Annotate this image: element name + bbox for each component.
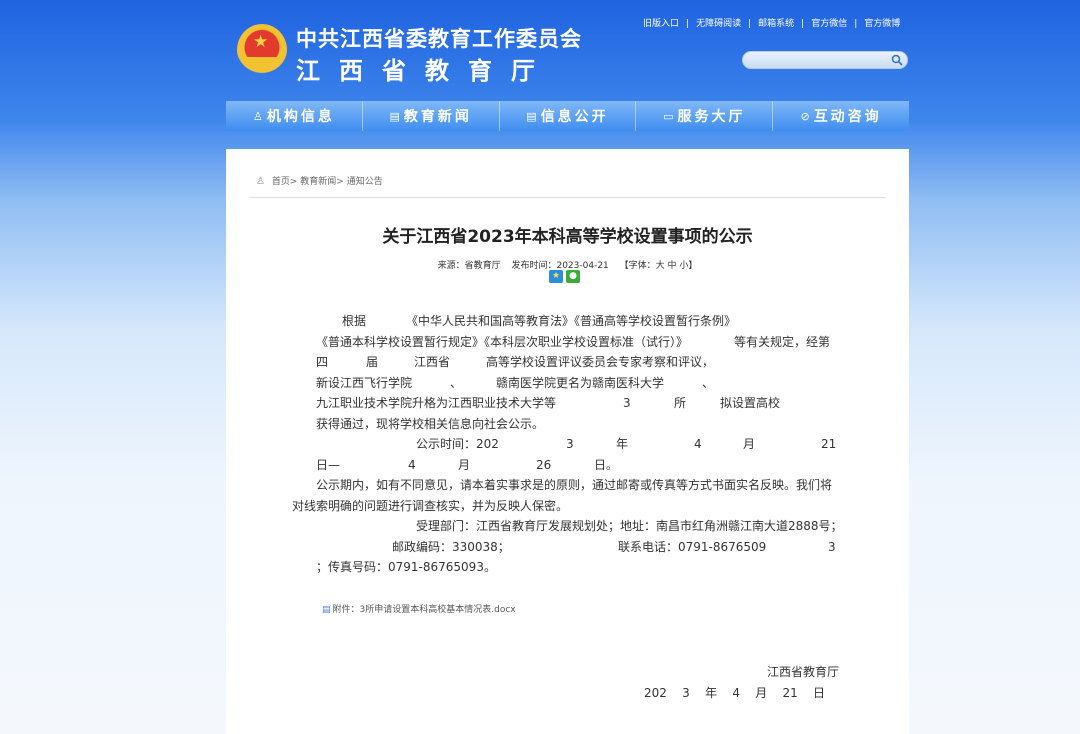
breadcrumb: ♙ 首页> 教育新闻> 通知公告 xyxy=(256,174,383,187)
qzone-share-icon[interactable]: ★ xyxy=(549,270,563,283)
document-icon: ▤ xyxy=(526,109,537,123)
body-text: 公示期内，如有不同意见，请本着实事求是的原则，通过邮寄或传真等方式书面实名反映。… xyxy=(316,478,833,492)
body-text: 日。 xyxy=(594,458,619,472)
body-text: 、 xyxy=(450,376,463,390)
body-text: 4 xyxy=(408,458,416,472)
body-text: 高等学校设置评议委员会专家考察和评议， xyxy=(486,355,715,369)
body-text: 邮政编码：330038； xyxy=(392,540,510,554)
wechat-link[interactable]: 官方微信 xyxy=(811,19,847,29)
body-text: 九江职业技术学院升格为江西职业技术大学等 xyxy=(316,396,557,410)
article-source: 来源：省教育厅 xyxy=(437,261,501,271)
body-text: ；传真号码：0791-86765093。 xyxy=(316,560,496,574)
body-text: 21 xyxy=(821,437,837,451)
body-text: 等有关规定，经第 xyxy=(734,335,831,349)
article-panel: ♙ 首页> 教育新闻> 通知公告 关于江西省2023年本科高等学校设置事项的公示… xyxy=(226,149,909,734)
body-text: 受理部门：江西省教育厅发展规划处；地址：南昌市红角洲赣江南大道2888号； xyxy=(416,519,843,533)
signature-date: 202 3 年 4 月 21 日 xyxy=(644,686,825,700)
location-icon: ♙ xyxy=(256,176,265,187)
body-text: 四 xyxy=(316,355,329,369)
body-text: 、 xyxy=(702,376,715,390)
main-nav: ♙ 机构信息 ▤ 教育新闻 ▤ 信息公开 ▭ 服务大厅 ⊘ 互动咨询 xyxy=(226,101,909,131)
share-bar: ★ ● xyxy=(549,270,580,283)
signature-org: 江西省教育厅 xyxy=(767,665,840,679)
nav-item-disclosure[interactable]: ▤ 信息公开 xyxy=(500,101,637,131)
nav-item-services[interactable]: ▭ 服务大厅 xyxy=(636,101,774,131)
body-text: 根据 xyxy=(342,314,367,328)
weibo-link[interactable]: 官方微博 xyxy=(864,19,900,29)
body-text: 3 xyxy=(828,540,836,554)
body-text: 对线索明确的问题进行调查核实，并为反映人保密。 xyxy=(292,499,569,513)
mail-link[interactable]: 邮箱系统 xyxy=(758,19,794,29)
body-text: 月 xyxy=(458,458,471,472)
news-icon: ▤ xyxy=(389,109,400,123)
breadcrumb-home[interactable]: 首页> xyxy=(272,177,298,187)
body-text: 赣南医学院更名为赣南医科大学 xyxy=(496,376,665,390)
body-text: 年 xyxy=(616,437,629,451)
top-links: 旧版入口 | 无障碍阅读 | 邮箱系统 | 官方微信 | 官方微博 xyxy=(643,19,901,29)
body-text: 获得通过，现将学校相关信息向社会公示。 xyxy=(316,417,545,431)
old-version-link[interactable]: 旧版入口 xyxy=(643,19,679,29)
body-text: 联系电话：0791-8676509 xyxy=(618,540,767,554)
body-text: 《普通本科学校设置暂行规定》《本科层次职业学校设置标准（试行）》 xyxy=(316,335,689,349)
nav-item-news[interactable]: ▤ 教育新闻 xyxy=(363,101,500,131)
org-name: 中共江西省委教育工作委员会 xyxy=(296,27,582,51)
body-text: 江西省 xyxy=(414,355,451,369)
breadcrumb-news[interactable]: 教育新闻> xyxy=(300,177,344,187)
monitor-icon: ▭ xyxy=(663,109,674,123)
body-text: 日— xyxy=(316,458,341,472)
attachment-link[interactable]: ▤ 附件：3所申请设置本科高校基本情况表.docx xyxy=(322,602,516,615)
nav-item-organization[interactable]: ♙ 机构信息 xyxy=(226,101,363,131)
accessibility-link[interactable]: 无障碍阅读 xyxy=(696,19,741,29)
divider xyxy=(249,197,886,198)
nav-item-consult[interactable]: ⊘ 互动咨询 xyxy=(773,101,909,131)
font-size-switch[interactable]: 【字体：大 中 小】 xyxy=(620,261,698,271)
attachment-icon: ▤ xyxy=(322,605,331,615)
body-text: 拟设置高校 xyxy=(720,396,781,410)
body-text: 3 xyxy=(566,437,574,451)
search-icon[interactable] xyxy=(891,54,903,66)
body-text: 所 xyxy=(674,396,687,410)
chat-icon: ⊘ xyxy=(800,109,810,123)
body-text: 3 xyxy=(623,396,631,410)
national-emblem-icon: ★ xyxy=(237,24,287,76)
article-title: 关于江西省2023年本科高等学校设置事项的公示 xyxy=(382,227,753,247)
organization-icon: ♙ xyxy=(252,109,263,123)
dept-name: 江西省教育厅 xyxy=(296,56,554,85)
body-text: 月 xyxy=(743,437,756,451)
search-input[interactable] xyxy=(742,51,908,69)
attachment-name[interactable]: 附件：3所申请设置本科高校基本情况表.docx xyxy=(333,605,516,615)
body-text: 新设江西飞行学院 xyxy=(316,376,413,390)
breadcrumb-notice[interactable]: 通知公告 xyxy=(347,177,383,187)
body-text: 公示时间：202 xyxy=(416,437,499,451)
body-text: 《中华人民共和国高等教育法》《普通高等学校设置暂行条例》 xyxy=(406,314,737,328)
wechat-share-icon[interactable]: ● xyxy=(566,270,580,283)
body-text: 4 xyxy=(694,437,702,451)
body-text: 26 xyxy=(536,458,552,472)
body-text: 届 xyxy=(366,355,379,369)
